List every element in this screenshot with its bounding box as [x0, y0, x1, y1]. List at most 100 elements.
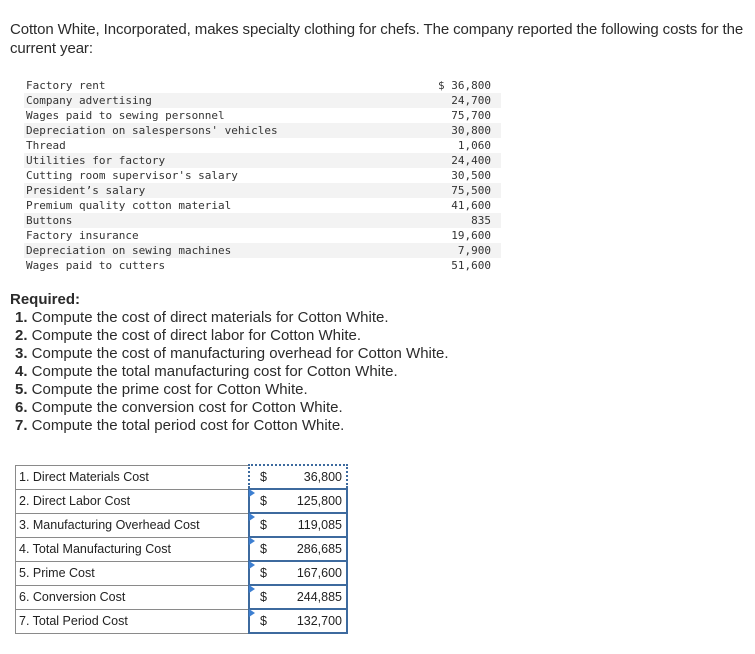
answer-value[interactable]: 125,800 [297, 494, 342, 508]
answer-label: 6. Conversion Cost [15, 584, 250, 610]
currency-symbol: $ [260, 542, 267, 556]
answer-label: 5. Prime Cost [15, 560, 250, 586]
currency-symbol: $ [260, 614, 267, 628]
cost-item: Depreciation on sewing machines [24, 243, 405, 258]
answer-label: 4. Total Manufacturing Cost [15, 536, 250, 562]
flag-icon [249, 585, 255, 593]
cost-amount: 41,600 [451, 199, 491, 212]
answer-row: 2. Direct Labor Cost $125,800 [15, 488, 348, 514]
cost-row: Depreciation on sewing machines 7,900 [24, 243, 501, 258]
cost-item: Depreciation on salespersons' vehicles [24, 123, 405, 138]
cost-row: Company advertising 24,700 [24, 93, 501, 108]
cost-amount: 24,700 [404, 93, 501, 108]
cost-item: Company advertising [24, 93, 405, 108]
cost-amount: $ 36,800 [438, 79, 491, 92]
flag-icon [249, 561, 255, 569]
answer-label: 3. Manufacturing Overhead Cost [15, 512, 250, 538]
cost-row: Utilities for factory 24,400 [24, 153, 501, 168]
answer-value[interactable]: 132,700 [297, 614, 342, 628]
cost-row: Wages paid to cutters 51,600 [24, 258, 501, 273]
required-item-text: Compute the total period cost for Cotton… [27, 417, 345, 434]
answer-input-total-manufacturing[interactable]: $286,685 [248, 536, 348, 562]
cost-item: President’s salary [24, 183, 405, 198]
required-section: Required: 1. Compute the cost of direct … [10, 291, 449, 435]
required-item: 1. Compute the cost of direct materials … [15, 309, 449, 327]
required-item: 4. Compute the total manufacturing cost … [15, 363, 449, 381]
required-item-number: 3. [15, 345, 28, 362]
cost-item: Cutting room supervisor's salary [26, 169, 238, 182]
flag-icon [249, 537, 255, 545]
required-item-text: Compute the cost of direct labor for Cot… [27, 327, 362, 344]
required-item-text: Compute the cost of direct materials for… [27, 309, 389, 326]
cost-row: Thread 1,060 [24, 138, 501, 153]
cost-row: Cutting room supervisor's salary 30,500 [24, 168, 501, 183]
answer-row: 5. Prime Cost $167,600 [15, 560, 348, 586]
cost-amount: 75,500 [404, 183, 501, 198]
answer-input-manufacturing-overhead[interactable]: $119,085 [248, 512, 348, 538]
required-item-number: 6. [15, 399, 28, 416]
currency-symbol: $ [260, 590, 267, 604]
cost-amount: 30,800 [404, 123, 501, 138]
required-item-text: Compute the cost of manufacturing overhe… [27, 345, 449, 362]
currency-symbol: $ [260, 566, 267, 580]
cost-amount: 7,900 [404, 243, 501, 258]
answer-row: 7. Total Period Cost $132,700 [15, 608, 348, 634]
cost-item: Utilities for factory [24, 153, 405, 168]
flag-icon [249, 513, 255, 521]
cost-item: Factory insurance [26, 229, 139, 242]
cost-amount: 24,400 [404, 153, 501, 168]
cost-amount: 19,600 [451, 229, 491, 242]
cost-item: Thread [26, 139, 66, 152]
answer-label: 1. Direct Materials Cost [15, 464, 250, 490]
answer-value[interactable]: 286,685 [297, 542, 342, 556]
cost-row: Premium quality cotton material 41,600 [24, 198, 501, 213]
cost-row: Factory rent $ 36,800 [24, 78, 501, 93]
problem-intro: Cotton White, Incorporated, makes specia… [10, 21, 744, 57]
required-item: 6. Compute the conversion cost for Cotto… [15, 399, 449, 417]
required-item: 5. Compute the prime cost for Cotton Whi… [15, 381, 449, 399]
cost-row: Buttons 835 [24, 213, 501, 228]
flag-icon [249, 489, 255, 497]
cost-amount: 835 [404, 213, 501, 228]
currency-symbol: $ [260, 494, 267, 508]
cost-amount: 51,600 [451, 259, 491, 272]
required-item-text: Compute the prime cost for Cotton White. [27, 381, 308, 398]
cost-item: Wages paid to cutters [26, 259, 166, 272]
required-item: 7. Compute the total period cost for Cot… [15, 417, 449, 435]
answer-row: 4. Total Manufacturing Cost $286,685 [15, 536, 348, 562]
cost-item: Buttons [24, 213, 405, 228]
required-item: 2. Compute the cost of direct labor for … [15, 327, 449, 345]
cost-item: Wages paid to sewing personnel [26, 109, 225, 122]
cost-amount: 30,500 [451, 169, 491, 182]
answer-input-direct-materials[interactable]: $36,800 [248, 464, 348, 490]
answer-label: 2. Direct Labor Cost [15, 488, 250, 514]
cost-amount: 75,700 [451, 109, 491, 122]
required-item-text: Compute the conversion cost for Cotton W… [27, 399, 343, 416]
answer-value[interactable]: 167,600 [297, 566, 342, 580]
answer-input-direct-labor[interactable]: $125,800 [248, 488, 348, 514]
answer-row: 1. Direct Materials Cost $36,800 [15, 464, 348, 490]
answer-value[interactable]: 244,885 [297, 590, 342, 604]
cost-row: President’s salary 75,500 [24, 183, 501, 198]
cost-row: Wages paid to sewing personnel 75,700 [24, 108, 501, 123]
answer-input-prime-cost[interactable]: $167,600 [248, 560, 348, 586]
answer-value[interactable]: 36,800 [304, 470, 342, 484]
answer-row: 6. Conversion Cost $244,885 [15, 584, 348, 610]
answer-input-conversion-cost[interactable]: $244,885 [248, 584, 348, 610]
required-item-number: 2. [15, 327, 28, 344]
cost-row: Factory insurance 19,600 [24, 228, 501, 243]
required-list: 1. Compute the cost of direct materials … [10, 309, 449, 435]
required-heading: Required: [10, 291, 81, 308]
required-item-number: 7. [15, 417, 28, 434]
currency-symbol: $ [260, 518, 267, 532]
cost-amount: 1,060 [457, 139, 491, 152]
answer-input-total-period-cost[interactable]: $132,700 [248, 608, 348, 634]
required-item-number: 4. [15, 363, 28, 380]
required-item: 3. Compute the cost of manufacturing ove… [15, 345, 449, 363]
flag-icon [249, 609, 255, 617]
answer-value[interactable]: 119,085 [298, 518, 342, 532]
required-item-number: 5. [15, 381, 28, 398]
cost-row: Depreciation on salespersons' vehicles 30… [24, 123, 501, 138]
answer-table: 1. Direct Materials Cost $36,800 2. Dire… [15, 464, 348, 634]
answer-label: 7. Total Period Cost [15, 608, 250, 634]
